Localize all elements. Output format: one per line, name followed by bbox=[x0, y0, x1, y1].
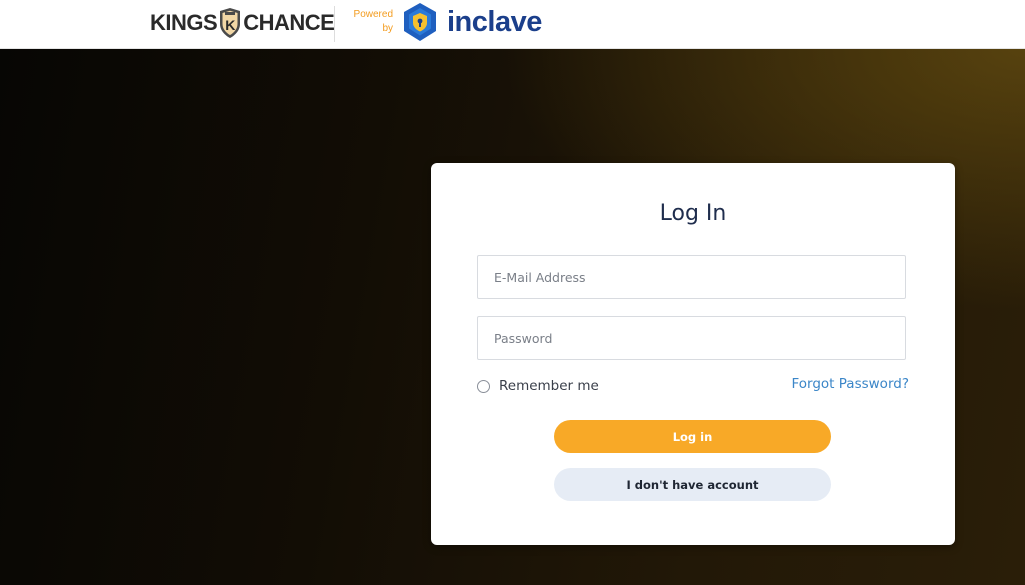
email-field[interactable] bbox=[477, 255, 906, 299]
inclave-wordmark[interactable]: inclave bbox=[447, 2, 542, 42]
login-button[interactable]: Log in bbox=[554, 420, 831, 453]
login-title: Log In bbox=[659, 201, 727, 226]
remember-me-radio[interactable] bbox=[477, 379, 490, 393]
top-header: KINGS K CHANCE Powered by inclave bbox=[0, 0, 1025, 49]
shield-k-icon: K bbox=[218, 8, 242, 38]
remember-me-toggle[interactable]: Remember me bbox=[477, 376, 599, 396]
no-account-button[interactable]: I don't have account bbox=[554, 468, 831, 501]
inclave-shield-icon bbox=[401, 2, 439, 42]
password-input[interactable] bbox=[478, 317, 905, 359]
powered-by-label: Powered by bbox=[353, 9, 393, 34]
email-input[interactable] bbox=[478, 256, 905, 298]
brand-text-right: CHANCE bbox=[243, 10, 335, 35]
remember-me-label: Remember me bbox=[499, 378, 599, 394]
svg-text:K: K bbox=[225, 17, 235, 33]
brand-text-left: KINGS bbox=[150, 10, 218, 35]
header-divider bbox=[334, 6, 335, 42]
password-field[interactable] bbox=[477, 316, 906, 360]
forgot-password-link[interactable]: Forgot Password? bbox=[792, 376, 910, 392]
login-card: Log In Remember me Forgot Password? Log … bbox=[431, 163, 955, 545]
kingschance-logo[interactable]: KINGS K CHANCE bbox=[150, 7, 335, 39]
